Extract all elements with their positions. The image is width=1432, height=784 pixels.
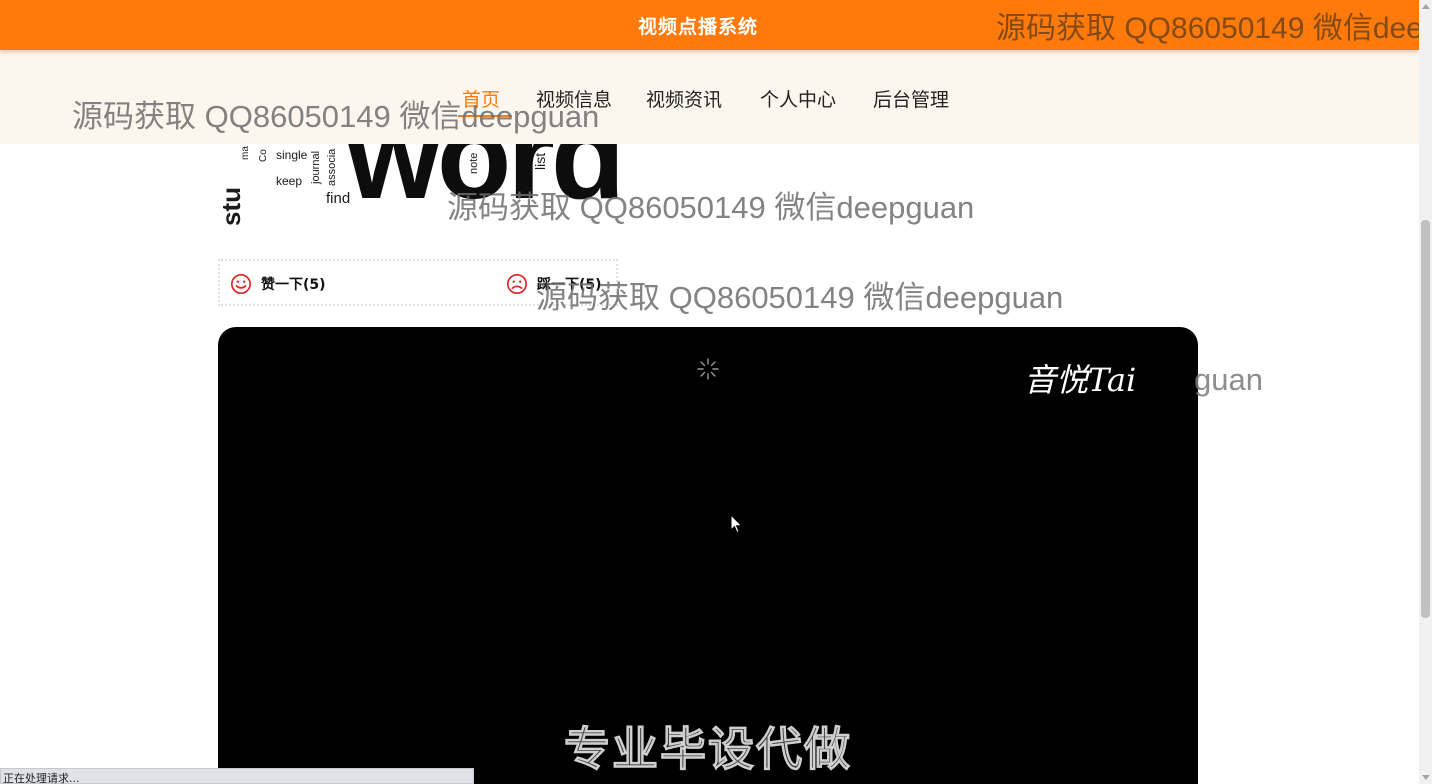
nav-item-home[interactable]: 首页	[462, 85, 500, 112]
cover-word: list	[532, 152, 548, 170]
dislike-label: 踩一下(5)	[537, 277, 602, 293]
vote-box: 赞一下(5) 踩一下(5)	[218, 259, 618, 306]
frown-icon	[507, 274, 527, 294]
scroll-up-arrow-icon[interactable]	[1422, 4, 1430, 9]
scrollbar-thumb[interactable]	[1421, 220, 1430, 618]
nav-item-personal-center[interactable]: 个人中心	[760, 85, 836, 112]
like-button[interactable]: 赞一下(5)	[230, 273, 326, 295]
watermark-header: 源码获取 QQ86050149 微信deepguan	[996, 12, 1432, 45]
video-channel-logo: 音悦Tai	[1024, 361, 1137, 399]
cover-word: note	[468, 152, 480, 174]
cover-word: associa	[326, 148, 338, 186]
like-label: 赞一下(5)	[261, 277, 326, 293]
dislike-button[interactable]: 踩一下(5)	[506, 273, 602, 295]
smile-icon	[231, 274, 251, 294]
nav-item-video-news[interactable]: 视频资讯	[646, 85, 722, 112]
cover-word: find	[326, 190, 351, 207]
cover-word: single	[276, 148, 308, 162]
watermark-partial: guan	[1194, 362, 1263, 397]
cover-word: Co	[258, 149, 269, 162]
nav-item-video-info[interactable]: 视频信息	[536, 85, 612, 112]
cover-word: journal	[310, 150, 322, 184]
cover-big-word: word	[346, 144, 618, 224]
cover-word: keep	[276, 174, 303, 188]
loading-spinner-icon	[697, 358, 719, 380]
nav-item-admin[interactable]: 后台管理	[873, 85, 949, 112]
top-header-bar: 视频点播系统 源码获取 QQ86050149 微信deepguan	[0, 0, 1432, 50]
main-nav: 首页 视频信息 视频资讯 个人中心 后台管理	[0, 50, 1419, 144]
cover-word: stu	[218, 187, 246, 226]
video-player[interactable]: 音悦Tai 专业毕设代做	[218, 327, 1198, 784]
cover-word: ma	[240, 146, 251, 160]
scroll-down-arrow-icon[interactable]	[1422, 775, 1430, 780]
mouse-cursor-icon	[730, 514, 743, 534]
video-cover-image: word single keep find note list journal …	[218, 144, 618, 226]
page-scrollbar[interactable]	[1419, 0, 1432, 784]
browser-status-bar: 正在处理请求...	[0, 768, 474, 784]
nav-active-underline	[458, 115, 512, 117]
